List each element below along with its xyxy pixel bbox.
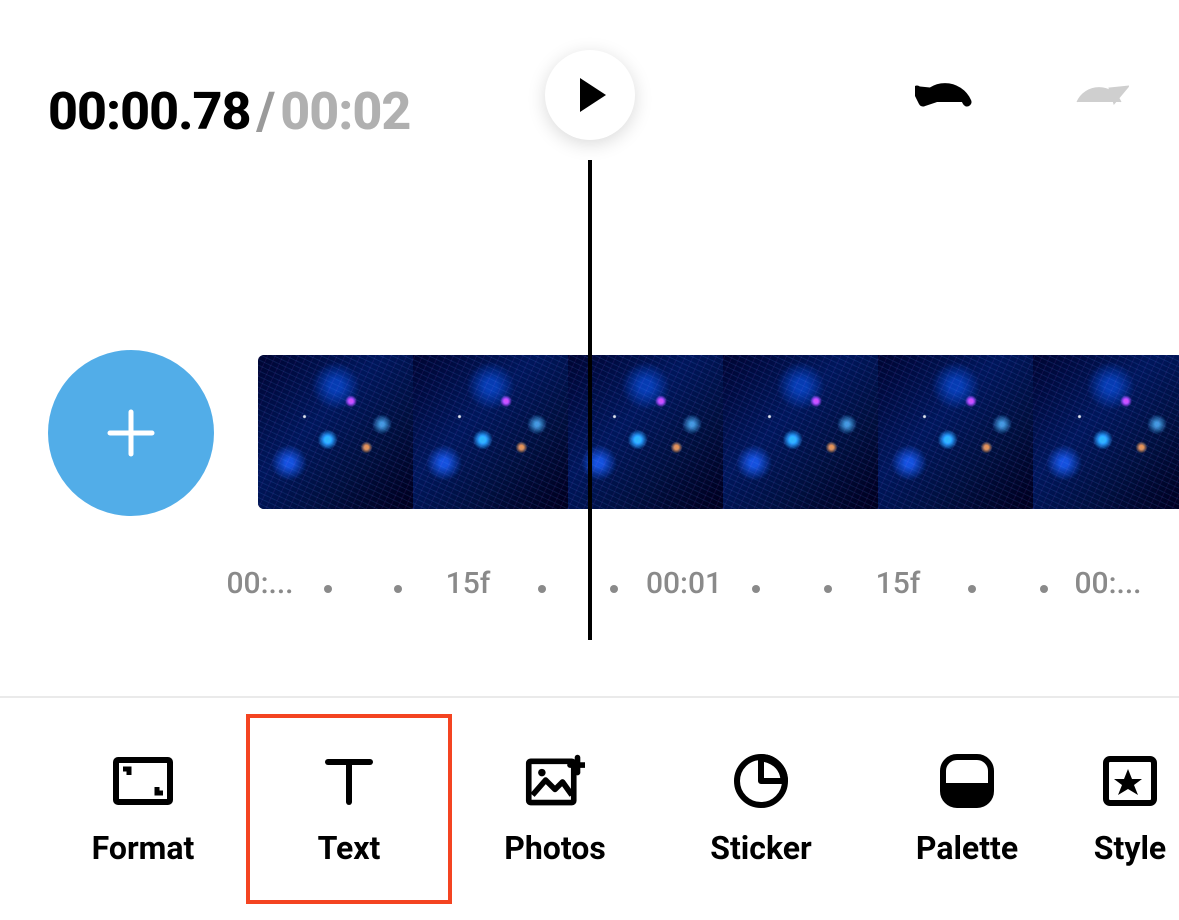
ruler-tick bbox=[538, 566, 546, 601]
ruler-label: 15f bbox=[876, 566, 921, 601]
time-display: 00:00.78 / 00:02 bbox=[48, 81, 410, 142]
format-icon bbox=[113, 751, 173, 811]
sticker-icon bbox=[731, 751, 791, 811]
photos-icon bbox=[525, 751, 585, 811]
undo-button[interactable] bbox=[913, 70, 977, 110]
timeline[interactable]: 00:... 15f 00:01 15f 00:... bbox=[0, 160, 1179, 700]
tool-photos[interactable]: Photos bbox=[452, 714, 658, 904]
plus-icon bbox=[104, 406, 158, 460]
tool-label: Palette bbox=[916, 829, 1018, 867]
ruler-label: 00:01 bbox=[646, 566, 722, 601]
tool-label: Sticker bbox=[710, 829, 811, 867]
time-separator: / bbox=[256, 81, 274, 142]
clip-frame[interactable] bbox=[413, 355, 568, 509]
tool-format[interactable]: Format bbox=[40, 714, 246, 904]
ruler-label: 15f bbox=[446, 566, 491, 601]
ruler-tick bbox=[824, 566, 832, 601]
playhead[interactable] bbox=[588, 160, 592, 640]
tool-palette[interactable]: Palette bbox=[864, 714, 1070, 904]
tool-sticker[interactable]: Sticker bbox=[658, 714, 864, 904]
ruler-tick bbox=[394, 566, 402, 601]
tool-label: Photos bbox=[504, 829, 606, 867]
clip-frame[interactable] bbox=[1033, 355, 1179, 509]
add-clip-button[interactable] bbox=[48, 350, 214, 516]
play-icon bbox=[580, 78, 606, 112]
top-bar: 00:00.78 / 00:02 bbox=[0, 0, 1179, 160]
tool-label: Style bbox=[1094, 829, 1166, 867]
ruler-label: 00:... bbox=[1074, 566, 1141, 601]
tool-style[interactable]: Style bbox=[1070, 714, 1179, 904]
ruler-tick bbox=[1040, 566, 1048, 601]
ruler-tick bbox=[752, 566, 760, 601]
clip-frame[interactable] bbox=[723, 355, 878, 509]
total-time: 00:02 bbox=[280, 81, 410, 142]
palette-icon bbox=[937, 751, 997, 811]
clip-frame[interactable] bbox=[258, 355, 413, 509]
tool-text[interactable]: Text bbox=[246, 714, 452, 904]
text-icon bbox=[319, 751, 379, 811]
ruler-tick bbox=[968, 566, 976, 601]
play-button[interactable] bbox=[545, 50, 635, 140]
tool-label: Text bbox=[318, 829, 381, 867]
bottom-toolbar: Format Text Photos Sticker Palette Style bbox=[0, 696, 1179, 920]
undo-icon bbox=[915, 72, 975, 108]
clip-frame[interactable] bbox=[878, 355, 1033, 509]
ruler-tick bbox=[324, 566, 332, 601]
clip-strip[interactable] bbox=[258, 355, 1179, 509]
ruler-tick bbox=[610, 566, 618, 601]
tool-label: Format bbox=[92, 829, 195, 867]
current-time: 00:00.78 bbox=[48, 81, 250, 142]
redo-icon bbox=[1069, 72, 1129, 108]
redo-button[interactable] bbox=[1067, 70, 1131, 110]
style-icon bbox=[1100, 751, 1160, 811]
undo-redo-group bbox=[913, 70, 1131, 110]
ruler-label: 00:... bbox=[226, 566, 293, 601]
